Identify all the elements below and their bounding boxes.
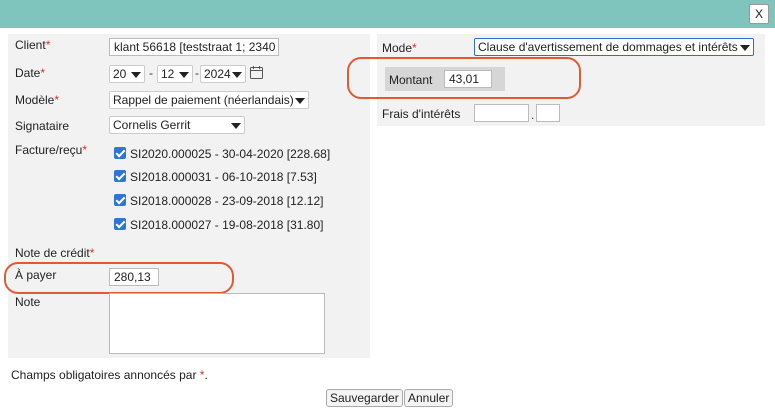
model-label: Modèle*: [15, 93, 60, 107]
invoice-item: SI2020.000025 - 30-04-2020 [228.68]: [130, 147, 331, 161]
chevron-down-icon: [179, 72, 189, 78]
invoice-checkbox[interactable]: [114, 194, 126, 206]
note-textarea[interactable]: [109, 293, 325, 354]
client-field[interactable]: klant 56618 [teststraat 1; 2340: [109, 38, 279, 56]
chevron-down-icon: [295, 98, 305, 104]
date-day-select[interactable]: 20: [109, 65, 145, 83]
mode-select[interactable]: Clause d'avertissement de dommages et in…: [474, 38, 754, 56]
chevron-down-icon: [232, 72, 242, 78]
invoice-checkbox[interactable]: [114, 170, 126, 182]
note-label: Note: [15, 295, 41, 309]
credit-note-label: Note de crédit*: [15, 246, 95, 260]
invoice-label: Facture/reçu*: [15, 143, 88, 157]
signatory-label: Signataire: [15, 119, 70, 133]
interest-field[interactable]: [474, 104, 529, 122]
model-select[interactable]: Rappel de paiement (néerlandais): [109, 91, 309, 109]
mode-label: Mode*: [382, 41, 417, 55]
interest-separator: .: [531, 108, 535, 122]
date-separator: -: [195, 66, 199, 80]
dialog-titlebar: X: [0, 0, 775, 28]
invoice-item: SI2018.000028 - 23-09-2018 [12.12]: [130, 194, 324, 208]
highlight-ring: [347, 57, 581, 99]
interest-label: Frais d'intérêts: [382, 107, 461, 121]
invoice-item: SI2018.000031 - 06-10-2018 [7.53]: [130, 170, 317, 184]
cancel-button[interactable]: Annuler: [404, 389, 454, 407]
chevron-down-icon: [740, 45, 750, 51]
date-separator: -: [149, 66, 153, 80]
chevron-down-icon: [131, 72, 141, 78]
invoice-checkbox[interactable]: [114, 147, 126, 159]
invoice-item: SI2018.000027 - 19-08-2018 [31.80]: [130, 218, 324, 232]
signatory-select[interactable]: Cornelis Gerrit: [109, 116, 245, 134]
date-month-select[interactable]: 12: [157, 65, 193, 83]
date-year-select[interactable]: 2024: [200, 65, 246, 83]
calendar-icon[interactable]: [250, 66, 263, 79]
highlight-ring: [4, 262, 234, 294]
client-label: Client*: [15, 38, 51, 52]
chevron-down-icon: [231, 123, 241, 129]
save-button[interactable]: Sauvegarder: [326, 389, 403, 407]
required-note: Champs obligatoires annoncés par *.: [11, 368, 208, 382]
invoice-checkbox[interactable]: [114, 218, 126, 230]
interest-decimal-field[interactable]: [536, 104, 560, 122]
date-label: Date*: [15, 66, 46, 80]
close-button[interactable]: X: [749, 4, 769, 24]
